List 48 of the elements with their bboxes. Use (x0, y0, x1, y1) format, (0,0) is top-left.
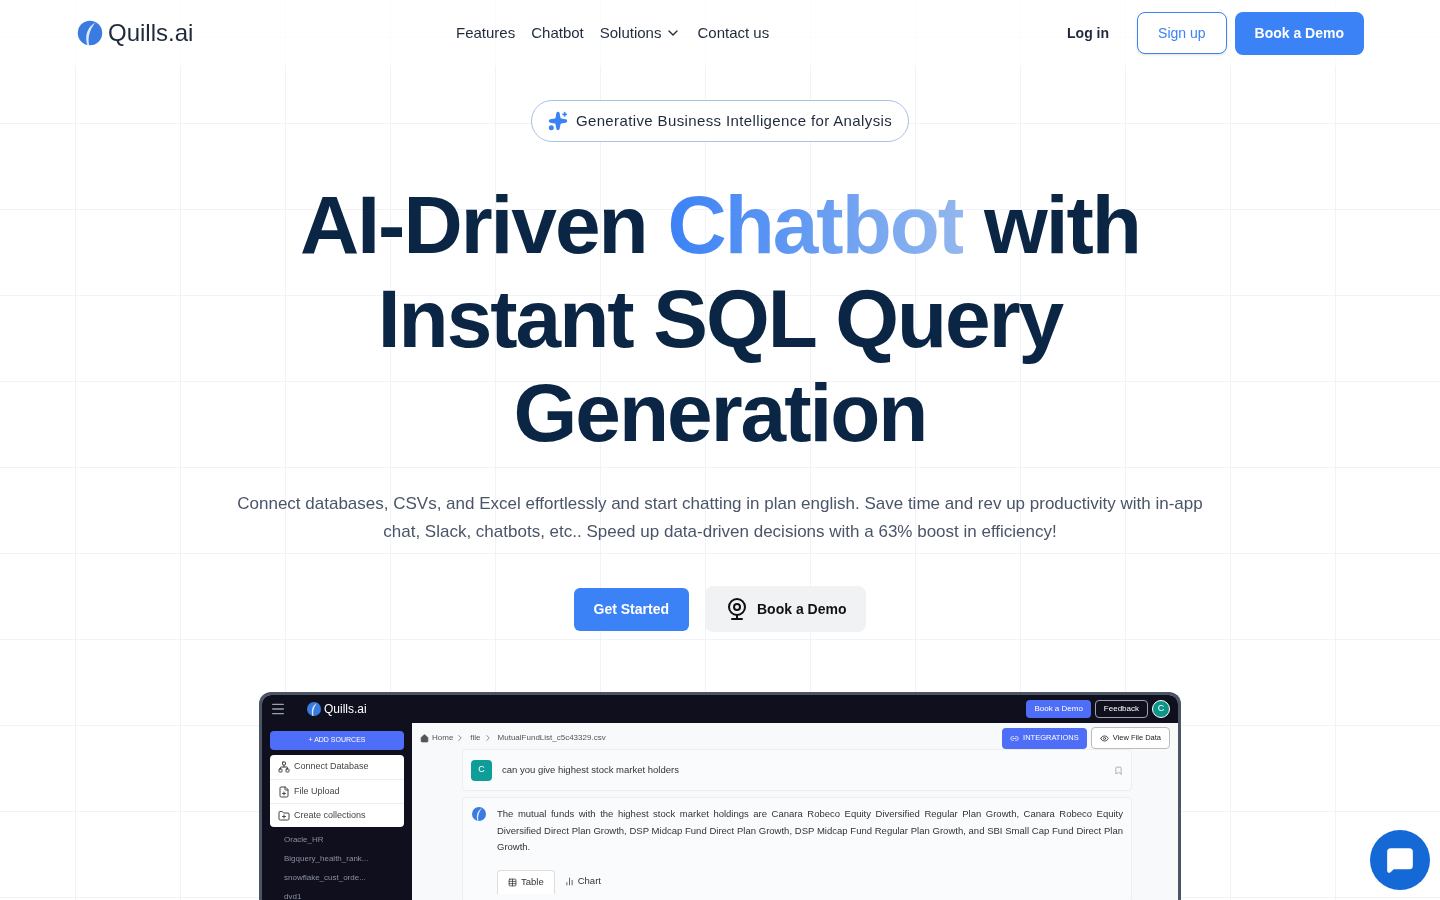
feather-logo-icon (306, 701, 322, 717)
network-icon (278, 761, 290, 773)
breadcrumb-item[interactable]: Home (432, 732, 454, 744)
feather-logo-icon (471, 806, 487, 822)
breadcrumb-item[interactable]: file (470, 732, 481, 744)
chat-icon (1386, 846, 1414, 874)
nav-link[interactable]: Features (456, 21, 516, 45)
feather-logo-icon (76, 19, 104, 47)
hero-heading: AI-Driven Chatbot with Instant SQL Query Generation (299, 178, 1141, 460)
app-brand-name: Quills.ai (324, 701, 367, 718)
file-plus-icon (278, 785, 290, 798)
webcam-icon (725, 597, 749, 621)
view-tab[interactable]: Table (497, 869, 555, 894)
brand-name[interactable]: Quills.ai (108, 15, 194, 51)
nav-link[interactable]: Contact us (697, 21, 770, 45)
answer-text: The mutual funds with the highest stock market holdings are Canara Robeco Equity Diversified Regular Plan Growth, Canara Robeco Equity Diversified Direct Plan Growth, DSP Midcap Fund Direct Plan Growth, DSP Midcap Fund Regular Plan Growth, and SBI Small Cap Fund Direct Plan Growth. (497, 807, 1123, 854)
tagline-text: Generative Business Intelligence for Analysis (575, 110, 893, 131)
chat-widget-button[interactable] (1370, 830, 1430, 890)
source-item[interactable]: dvd1 (270, 891, 404, 900)
eye-icon (1099, 733, 1109, 743)
source-item[interactable]: snowflake_cust_orde... (270, 872, 404, 884)
book-demo-button[interactable]: Book a Demo (1234, 11, 1364, 55)
signup-button[interactable]: Sign up (1137, 12, 1227, 54)
source-item[interactable]: Oracle_HR (270, 834, 404, 846)
login-link[interactable]: Log in (1047, 22, 1130, 44)
table-icon (508, 877, 517, 887)
get-started-button[interactable]: Get Started (573, 587, 689, 631)
feedback-button[interactable]: Feedback (1094, 700, 1148, 718)
bar-chart-icon (564, 877, 574, 886)
nav-link[interactable]: Solutions (599, 21, 682, 45)
home-icon[interactable] (420, 733, 429, 743)
nav-link[interactable]: Chatbot (531, 21, 584, 45)
view-tab[interactable]: Chart (554, 869, 611, 894)
user-avatar: C (471, 759, 492, 781)
menu-item[interactable]: File Upload (270, 779, 404, 803)
folder-plus-icon (278, 809, 290, 822)
question-text: can you give highest stock market holders (502, 762, 680, 777)
link-icon (1010, 733, 1020, 743)
sparkle-icon (547, 111, 568, 131)
hero-subtitle: Connect databases, CSVs, and Excel effortlessly and start chatting in plan english. Save time and rev up productivity with in-app chat, Slack, chatbots, etc.. Speed up data-driven decisions with a 63% boost in efficiency! (236, 493, 1204, 543)
breadcrumb-item[interactable]: MutualFundList_c5c43329.csv (497, 732, 606, 744)
menu-item[interactable]: Create collections (270, 803, 404, 827)
source-item[interactable]: Bigquery_health_rank... (270, 853, 404, 865)
user-avatar[interactable]: C (1152, 700, 1170, 718)
book-demo-button[interactable]: Book a Demo (705, 586, 867, 632)
menu-item[interactable]: Connect Database (270, 755, 404, 779)
menu-icon[interactable] (270, 701, 286, 717)
app-demo-button[interactable]: Book a Demo (1026, 700, 1091, 718)
